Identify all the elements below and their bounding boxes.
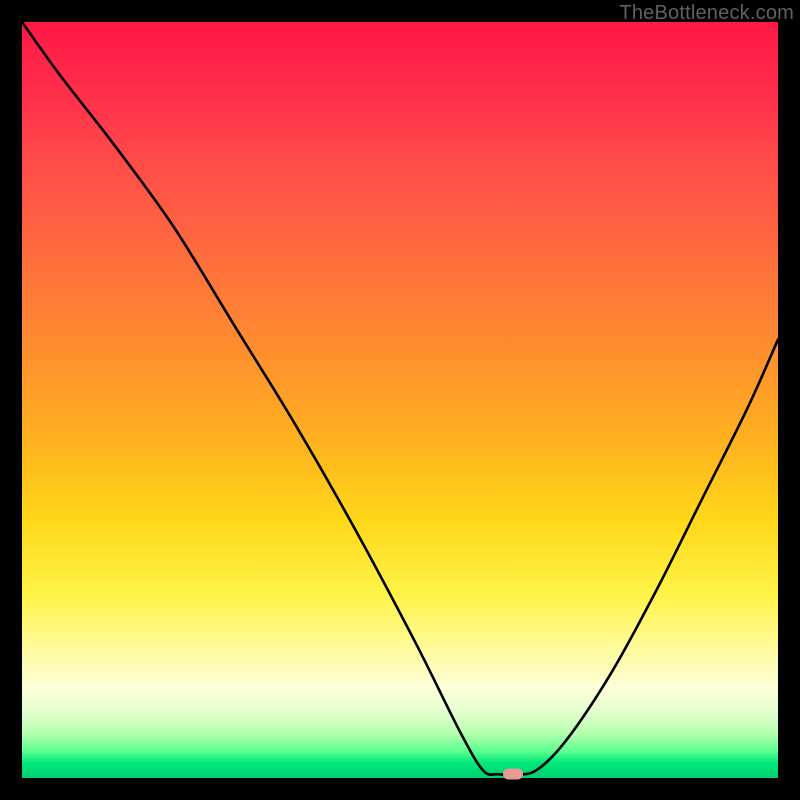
plot-area (22, 22, 778, 778)
chart-frame: TheBottleneck.com (0, 0, 800, 800)
watermark-text: TheBottleneck.com (619, 2, 794, 25)
curve-line (22, 22, 778, 778)
optimum-marker (503, 769, 523, 780)
